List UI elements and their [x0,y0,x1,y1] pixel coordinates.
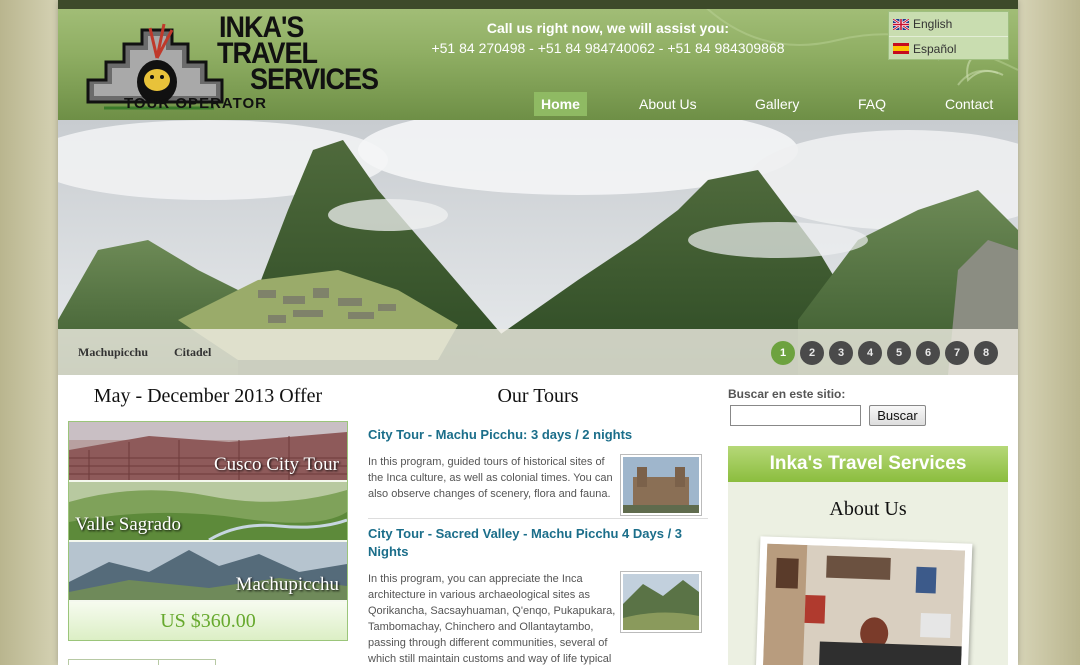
about-us-title: About Us [829,498,907,520]
slide-dot-7[interactable]: 7 [945,341,969,365]
uk-flag-icon [893,18,909,30]
cathedral-thumbnail-image [623,457,699,513]
search-button[interactable]: Buscar [869,405,926,426]
offer-banner[interactable]: Cusco City Tour Valle Sagrado Machupicch… [68,421,348,641]
tour-separator [368,518,708,519]
bottom-tab-divider [158,659,216,665]
language-selector: English Español [888,11,1009,60]
hero-slideshow: Machupicchu Citadel 1 2 3 4 5 6 7 8 [58,120,1018,375]
office-photo[interactable] [755,536,973,665]
nav-contact[interactable]: Contact [945,92,993,116]
offer-item-sacred-valley-label: Valle Sagrado [75,514,182,535]
tours-title: Our Tours [497,385,579,407]
offer-item-cusco[interactable]: Cusco City Tour [69,422,347,480]
sidebar: Buscar en este sitio: Buscar Inka's Trav… [728,375,1010,665]
search-label: Buscar en este sitio: [728,387,846,401]
valley-terraces-thumbnail-image [623,574,699,630]
search-input[interactable] [730,405,861,426]
call-us-text: Call us right now, we will assist you: [486,20,730,36]
slide-caption-title: Machupicchu [78,345,149,359]
offer-item-machupicchu[interactable]: Machupicchu [69,542,347,600]
language-english-label: English [913,17,953,31]
offer-item-machupicchu-label: Machupicchu [235,574,339,595]
slide-dot-6[interactable]: 6 [916,341,940,365]
nav-gallery[interactable]: Gallery [755,92,799,116]
slide-dot-3[interactable]: 3 [829,341,853,365]
about-box: Inka's Travel Services About Us [728,446,1008,665]
offer-price: US $360.00 [69,602,347,640]
logo-tagline: TOUR OPERATOR [124,95,268,112]
tours-column: Our Tours City Tour - Machu Picchu: 3 da… [368,375,708,665]
slide-caption-subtitle: Citadel [174,345,212,359]
nav-about-us[interactable]: About Us [639,92,697,116]
phone-numbers: +51 84 270498 - +51 84 984740062 - +51 8… [431,40,785,56]
site-logo[interactable]: INKA'S TRAVEL SERVICES TOUR OPERATOR [84,12,379,112]
office-photo-image [762,543,966,665]
slide-dot-4[interactable]: 4 [858,341,882,365]
page: INKA'S TRAVEL SERVICES TOUR OPERATOR Cal… [58,0,1018,665]
language-spanish-label: Español [913,41,957,56]
slide-dot-5[interactable]: 5 [887,341,911,365]
nav-faq[interactable]: FAQ [858,92,886,116]
logo-text-line3: SERVICES [250,62,379,96]
tour-thumbnail-2[interactable] [620,571,702,633]
tour-link-1[interactable]: City Tour - Machu Picchu: 3 days / 2 nig… [368,426,698,444]
offer-item-cusco-label: Cusco City Tour [214,454,339,475]
tour-description-2: In this program, you can appreciate the … [368,573,616,665]
language-english[interactable]: English [889,12,1008,36]
tour-thumbnail-1[interactable] [620,454,702,516]
spain-flag-icon [893,43,909,54]
slide-dot-8[interactable]: 8 [974,341,998,365]
offer-column: May - December 2013 Offer Cusco City Tou… [68,375,348,665]
slide-dot-1[interactable]: 1 [771,341,795,365]
nav-home[interactable]: Home [534,92,587,116]
offer-item-sacred-valley[interactable]: Valle Sagrado [69,482,347,540]
tour-link-2[interactable]: City Tour - Sacred Valley - Machu Picchu… [368,525,698,561]
about-box-header: Inka's Travel Services [728,446,1008,482]
slide-dot-2[interactable]: 2 [800,341,824,365]
header: INKA'S TRAVEL SERVICES TOUR OPERATOR Cal… [58,0,1018,120]
language-spanish[interactable]: Español [889,36,1008,60]
top-bar [58,0,1018,9]
slide-caption: Machupicchu Citadel 1 2 3 4 5 6 7 8 [58,329,1018,375]
tour-description-1: In this program, guided tours of histori… [368,456,613,500]
offer-title: May - December 2013 Offer [93,385,323,407]
